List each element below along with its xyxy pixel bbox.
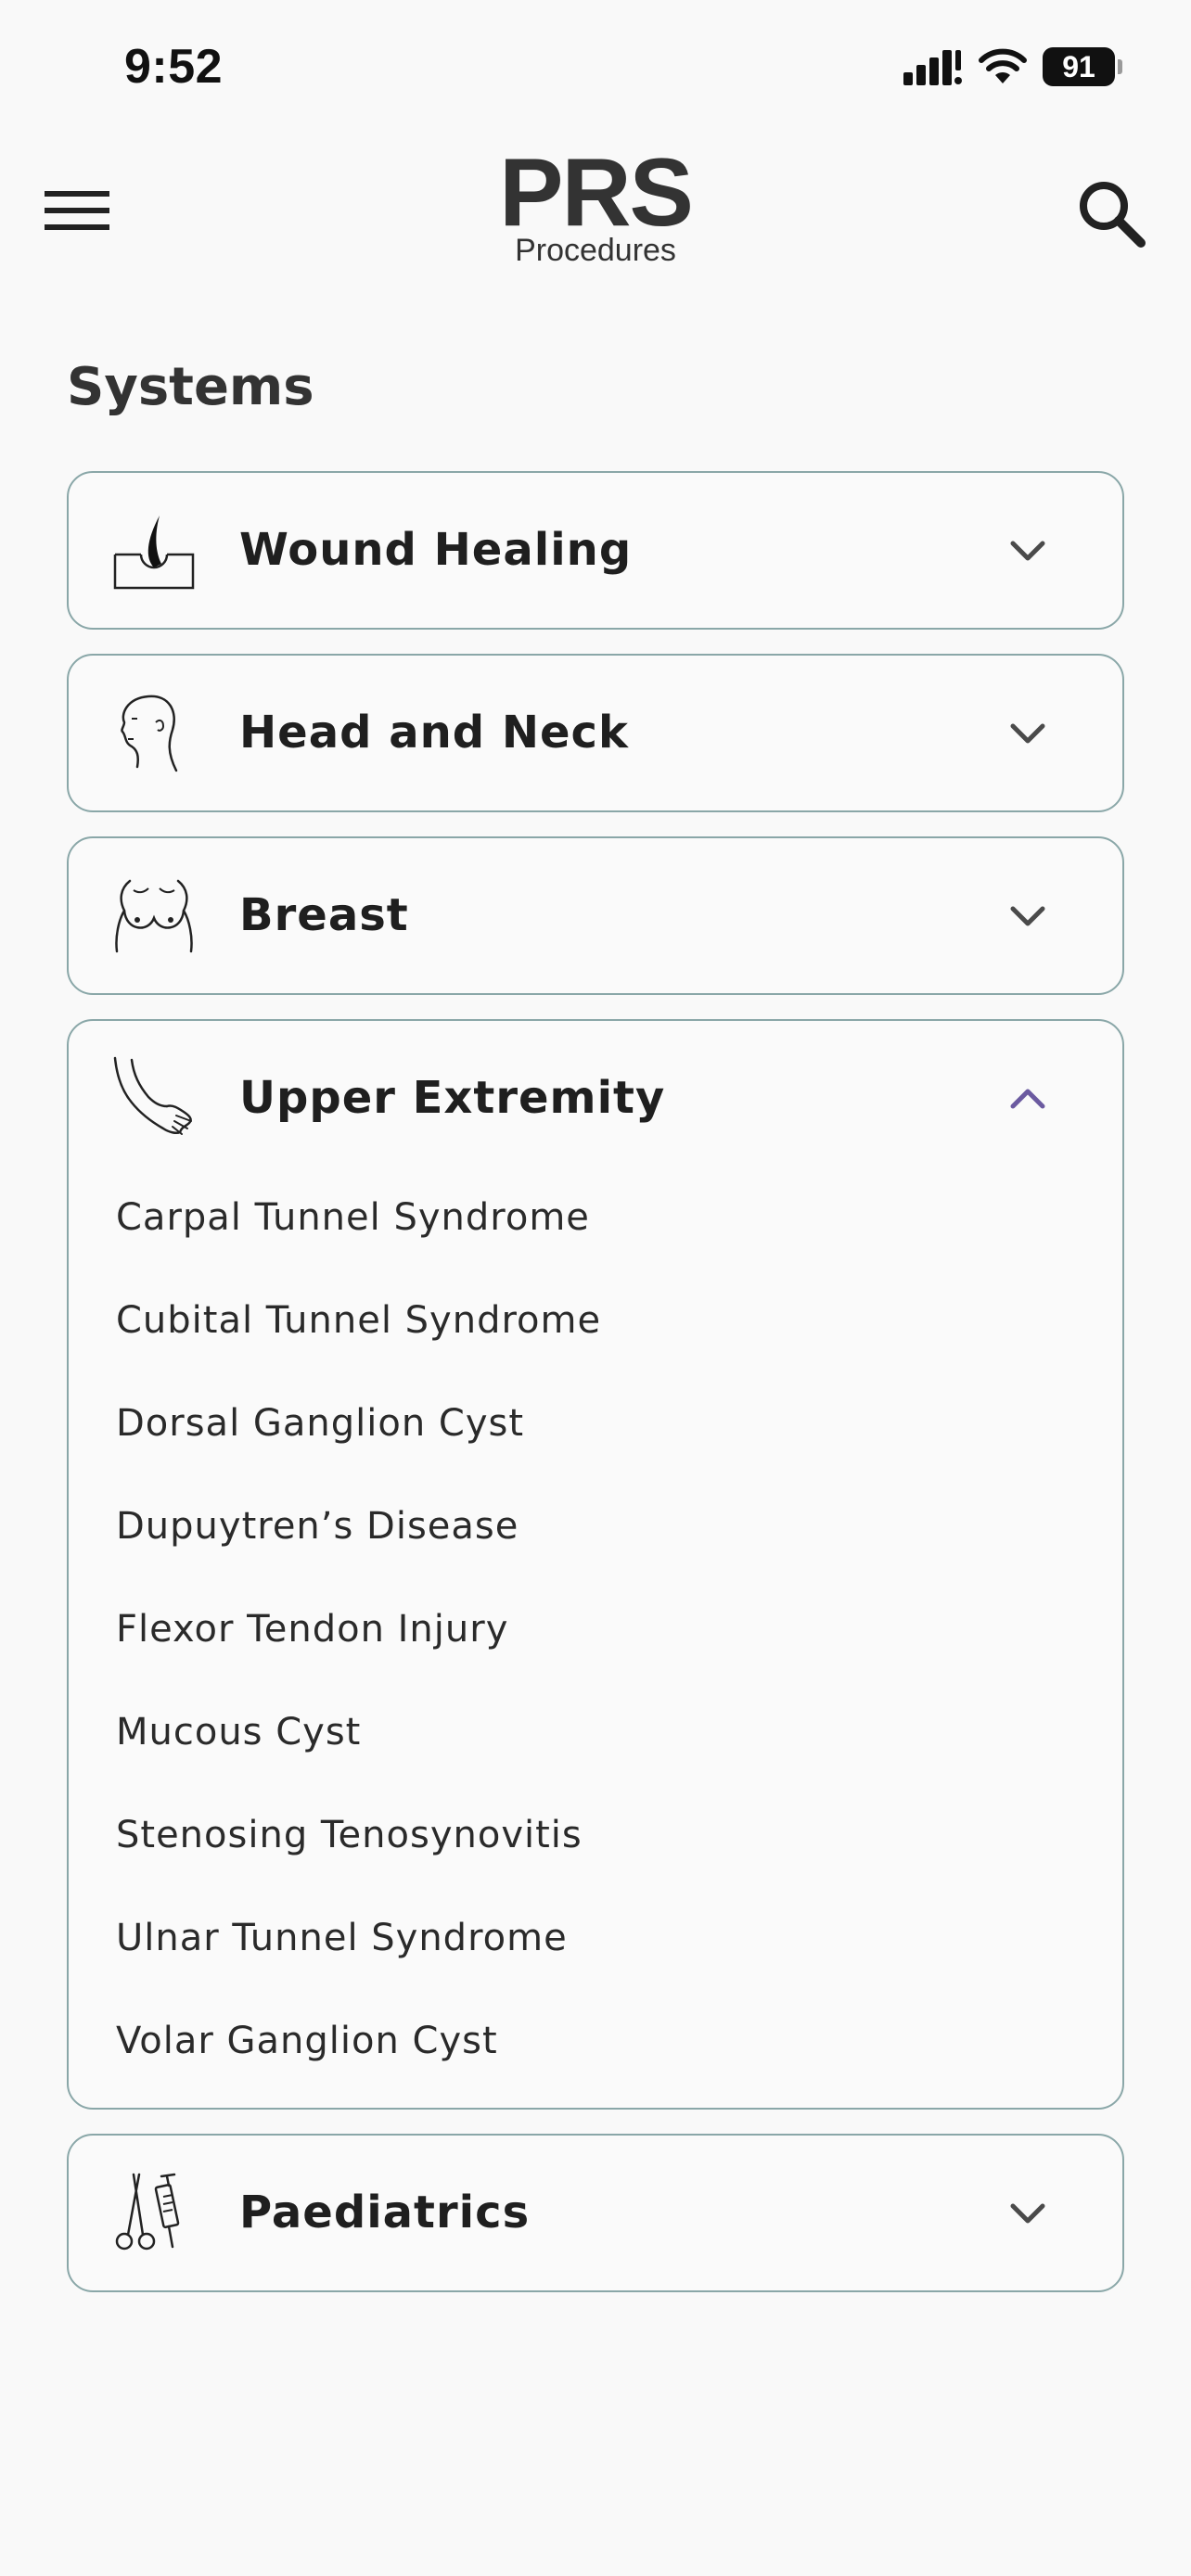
status-time: 9:52 [124, 40, 224, 94]
system-header-head-and-neck[interactable]: Head and Neck [69, 656, 1122, 810]
paediatrics-icon [115, 2173, 180, 2251]
logo-sub: Procedures [515, 233, 676, 268]
wound-healing-icon [113, 516, 195, 590]
procedure-item[interactable]: Cubital Tunnel Syndrome [69, 1269, 1122, 1372]
section-title: Systems [67, 357, 314, 417]
procedure-item[interactable]: Carpal Tunnel Syndrome [69, 1167, 1122, 1269]
procedure-item[interactable]: Volar Ganglion Cyst [69, 1990, 1122, 2093]
system-panel-wound-healing: Wound Healing [67, 471, 1124, 630]
chevron-down-icon [1010, 906, 1045, 926]
system-panel-breast: Breast [67, 836, 1124, 995]
procedure-item[interactable]: Mucous Cyst [69, 1681, 1122, 1784]
system-header-paediatrics[interactable]: Paediatrics [69, 2136, 1122, 2290]
procedure-item[interactable]: Dorsal Ganglion Cyst [69, 1372, 1122, 1475]
logo-main: PRS [499, 139, 694, 247]
system-header-wound-healing[interactable]: Wound Healing [69, 473, 1122, 628]
system-title: Breast [239, 889, 409, 941]
system-header-breast[interactable]: Breast [69, 838, 1122, 993]
system-title: Wound Healing [239, 524, 633, 576]
search-button[interactable] [1070, 172, 1154, 256]
system-panel-head-and-neck: Head and Neck [67, 654, 1124, 812]
procedure-item[interactable]: Dupuytren’s Disease [69, 1475, 1122, 1578]
system-header-upper-extremity[interactable]: Upper Extremity [69, 1021, 1122, 1176]
head-neck-icon [121, 695, 178, 772]
signal-icon [903, 48, 963, 85]
upper-extremity-icon [113, 1056, 192, 1135]
search-icon [1080, 182, 1146, 248]
procedure-item[interactable]: Flexor Tendon Injury [69, 1578, 1122, 1681]
wifi-icon [978, 48, 1028, 85]
system-title: Paediatrics [239, 2187, 531, 2238]
system-title: Head and Neck [239, 707, 629, 759]
procedure-item[interactable]: Ulnar Tunnel Syndrome [69, 1887, 1122, 1990]
systems-list: Wound Healing Head and Neck Breast Upper… [67, 471, 1124, 2316]
chevron-up-icon [1010, 1089, 1045, 1109]
system-panel-paediatrics: Paediatrics [67, 2134, 1124, 2292]
system-title: Upper Extremity [239, 1072, 666, 1124]
status-icons: 91 [903, 45, 1122, 89]
status-bar: 9:52 91 [0, 0, 1191, 139]
chevron-down-icon [1010, 723, 1045, 744]
chevron-down-icon [1010, 541, 1045, 561]
procedure-list: Carpal Tunnel Syndrome Cubital Tunnel Sy… [69, 1167, 1122, 2108]
app-logo: PRS Procedures [0, 139, 1191, 268]
procedure-item[interactable]: Stenosing Tenosynovitis [69, 1784, 1122, 1887]
breast-icon [115, 879, 193, 953]
system-panel-upper-extremity: Upper Extremity Carpal Tunnel Syndrome C… [67, 1019, 1124, 2110]
app-header: PRS Procedures [0, 139, 1191, 278]
chevron-down-icon [1010, 2203, 1045, 2224]
battery-icon: 91 [1043, 47, 1122, 86]
